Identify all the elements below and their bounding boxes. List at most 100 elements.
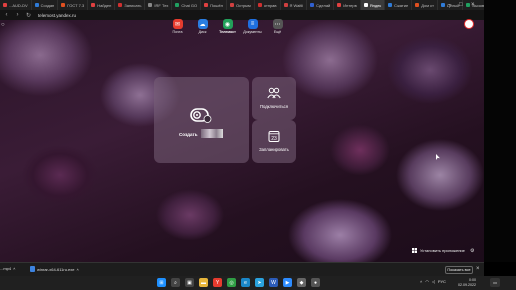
browser-tab[interactable]: Chat GO [172,0,202,10]
browser-tab[interactable]: Создан [32,0,59,10]
avatar[interactable] [464,19,474,29]
close-icon[interactable]: × [476,266,480,272]
search-icon[interactable]: ⌕ [171,278,180,287]
chevron-up-icon[interactable]: ˄ [77,267,79,272]
taskbar: ⊞ ⌕ ▣ ▬ Y ◎ e ➤ W ▶ ◆ ● ˄ ◠ ◁ РУС 0:00 02.09.2022 ▭ [0,276,516,290]
tab-favicon-icon [283,3,288,7]
settings-gear-icon[interactable]: ⚙ [470,248,474,254]
minimize-icon[interactable]: – [448,0,451,10]
app-12-icon[interactable]: ● [311,278,320,287]
windows-icon [412,248,417,253]
tab-favicon-icon [310,3,315,7]
people-icon [267,87,281,99]
browser-tab[interactable]: ...AUD-DV [0,0,32,10]
tab-favicon-icon [415,3,420,7]
browser-tab[interactable]: Яндек [360,0,386,10]
create-label: Создать [179,132,198,137]
volume-icon[interactable]: ◁ [432,279,435,284]
forward-icon[interactable]: › [14,12,21,18]
browser-tab[interactable]: Сжатие [385,0,413,10]
telemost-icon: ◉ [222,19,233,29]
tab-favicon-icon [148,3,153,7]
back-icon[interactable]: ‹ [3,12,10,18]
browser-tab[interactable]: ГОСТ 7.3 [58,0,89,10]
tab-favicon-icon [91,3,96,7]
camera-plus-icon [190,108,212,123]
browser-tab[interactable]: Записать [115,0,146,10]
file-icon [30,266,35,272]
tab-label: Chat GO [181,2,198,8]
tab-favicon-icon [440,3,445,7]
download-item[interactable]: winrar-x64-611ru.exe ˄ [30,266,79,272]
telegram-icon[interactable]: ➤ [255,278,264,287]
wifi-icon[interactable]: ◠ [425,279,429,284]
join-meeting-card[interactable]: Подключиться [252,77,296,120]
tab-label: Острым [236,2,251,8]
tab-favicon-icon [3,3,7,7]
chrome-icon[interactable]: ◎ [227,278,236,287]
tab-favicon-icon [466,3,471,7]
app-disk[interactable]: ☁ Диск [192,19,213,34]
tab-label: Сжатие [394,2,409,8]
system-tray: ˄ ◠ ◁ РУС [420,279,446,284]
tab-favicon-icon [34,3,39,7]
tab-favicon-icon [230,3,235,7]
browser-tab[interactable]: Острым [227,0,255,10]
word-icon[interactable]: W [269,278,278,287]
tab-label: Яндек [369,2,382,8]
browser-tab[interactable]: Сделай [307,0,335,10]
browser-tab[interactable]: Дом ст [412,0,438,10]
explorer-icon[interactable]: ▬ [199,278,208,287]
app-more[interactable]: ⋯ Ещё [267,19,288,34]
tab-favicon-icon [118,3,123,7]
join-label: Подключиться [259,104,289,109]
services-menu-icon[interactable]: ○ [1,22,5,28]
reload-icon[interactable]: ↻ [25,12,32,19]
close-window-icon[interactable]: × [471,0,475,10]
app-label: Ещё [273,30,282,34]
task-view-icon[interactable]: ▣ [185,278,194,287]
browser-tab[interactable]: Найден [88,0,116,10]
browser-tab[interactable]: Интерв [334,0,361,10]
schedule-label: Запланировать [259,147,289,152]
browser-tab-bar: ...AUD-DV Создан ГОСТ 7.3 Найден Записать IRF… [0,0,484,10]
app-mail[interactable]: ✉ Почта [167,19,188,34]
app-11-icon[interactable]: ◆ [297,278,306,287]
yandex-browser-icon[interactable]: Y [213,278,222,287]
start-icon[interactable]: ⊞ [157,278,166,287]
mail-icon: ✉ [172,19,183,29]
url-field[interactable]: telemost.yandex.ru [38,13,76,18]
tab-label: Сделай [316,2,331,8]
schedule-meeting-card[interactable]: 23 Запланировать [252,120,296,163]
create-meeting-card[interactable]: Создать [154,77,249,163]
download-item[interactable]: ...mp4 ˄ [0,266,15,271]
side-strip [484,0,516,262]
browser-tab[interactable]: Я Waitli [281,0,308,10]
tab-label: Пошёл [210,2,224,8]
tab-label: отправ [263,2,277,8]
language-indicator[interactable]: РУС [438,279,446,284]
download-file-name: ...mp4 [0,266,12,271]
browser-tab[interactable]: IRF Тех [145,0,173,10]
tab-label: ГОСТ 7.3 [67,2,85,8]
browser-tab[interactable]: отправ [255,0,281,10]
app-label: Почта [172,30,183,34]
maximize-icon[interactable]: □ [459,0,463,10]
clock-date: 02.09.2022 [458,282,476,287]
browser-tab[interactable]: Пошёл [201,0,228,10]
tab-favicon-icon [257,3,262,7]
downloads-bar: ...mp4 ˄ winrar-x64-611ru.exe ˄ Показать… [0,262,484,276]
app-documents[interactable]: ≡ Документы [242,19,263,34]
show-all-downloads-button[interactable]: Показать все [445,266,473,274]
tab-favicon-icon [363,3,368,7]
edge-icon[interactable]: e [241,278,250,287]
install-app-link[interactable]: Установить приложение [412,248,465,253]
documents-icon: ≡ [247,19,258,29]
app-telemost[interactable]: ◉ Телемост [217,19,238,34]
chevron-up-icon[interactable]: ˄ [13,266,15,271]
zoom-icon[interactable]: ▶ [283,278,292,287]
notifications-icon[interactable]: ▭ [490,278,500,287]
tab-label: ...AUD-DV [9,2,28,8]
chevron-up-icon[interactable]: ˄ [420,279,422,284]
clock[interactable]: 0:00 02.09.2022 [458,278,476,287]
